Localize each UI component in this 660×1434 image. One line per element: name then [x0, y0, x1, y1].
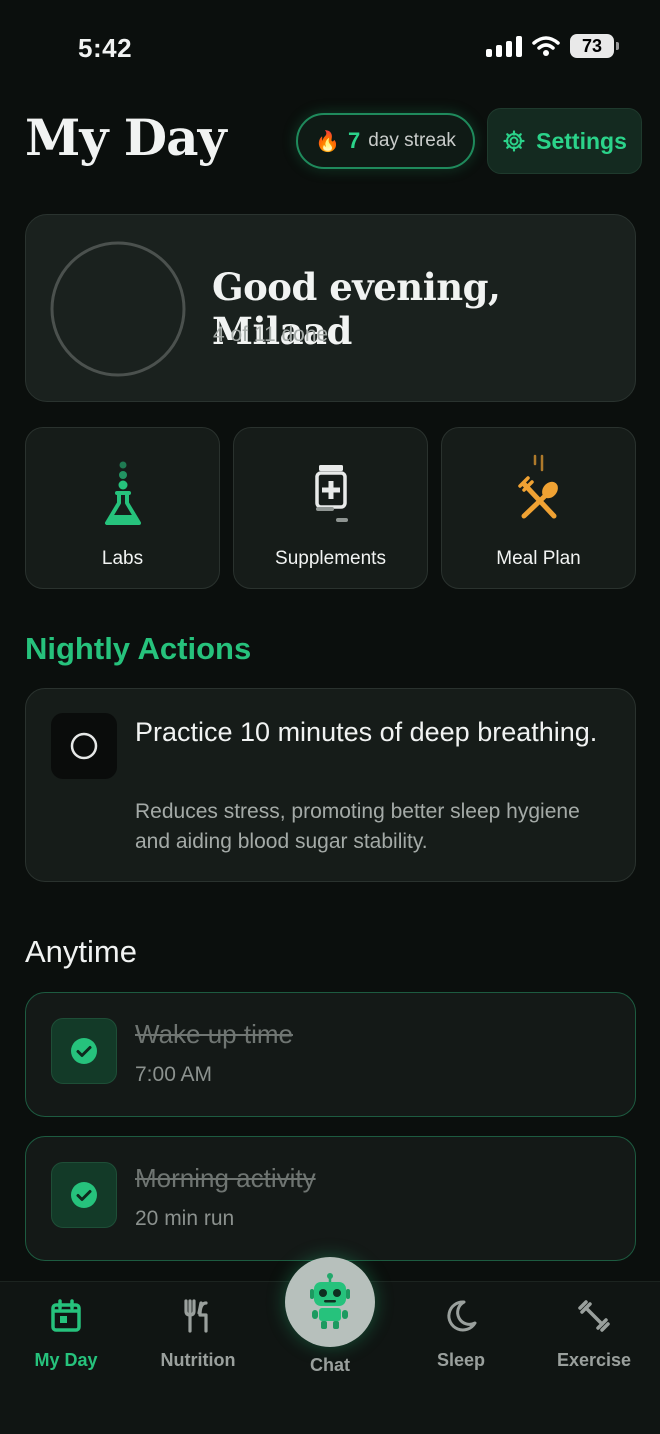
- gear-icon: [503, 130, 525, 152]
- nav-exercise[interactable]: Exercise: [534, 1296, 654, 1371]
- action-description: Reduces stress, promoting better sleep h…: [135, 800, 580, 853]
- calendar-icon: [51, 1299, 81, 1332]
- task-title: Morning activity: [135, 1163, 316, 1193]
- pill-bottle-icon: [314, 465, 348, 522]
- action-checkbox[interactable]: [51, 713, 117, 779]
- tile-label: Meal Plan: [496, 548, 581, 569]
- flame-icon: 🔥: [315, 130, 340, 153]
- tile-label: Supplements: [275, 548, 386, 569]
- nav-label: Nutrition: [160, 1350, 236, 1370]
- nav-label: Exercise: [556, 1350, 632, 1370]
- battery-level: 73: [581, 35, 603, 56]
- action-title: Practice 10 minutes of deep breathing.: [135, 717, 598, 747]
- nav-label: Sleep: [436, 1350, 486, 1370]
- nightly-actions-heading: Nightly Actions: [25, 631, 252, 666]
- task-card[interactable]: Morning activity 20 min run: [25, 1136, 636, 1261]
- settings-label: Settings: [536, 127, 627, 154]
- nav-nutrition[interactable]: Nutrition: [138, 1296, 258, 1371]
- robot-icon: [310, 1273, 350, 1329]
- task-checkbox[interactable]: [51, 1162, 117, 1228]
- task-checkbox[interactable]: [51, 1018, 117, 1084]
- battery-icon: 73: [570, 34, 619, 58]
- page-title: My Day: [25, 108, 227, 167]
- task-subtitle: 20 min run: [135, 1207, 235, 1230]
- check-circle-icon: [71, 1182, 97, 1208]
- supplements-tile[interactable]: Supplements: [233, 427, 428, 589]
- settings-button[interactable]: Settings: [487, 108, 642, 174]
- check-circle-icon: [71, 1038, 97, 1064]
- meal-plan-tile[interactable]: Meal Plan: [441, 427, 636, 589]
- streak-count: 7: [348, 128, 361, 153]
- daily-progress-ring: [50, 241, 186, 377]
- task-title: Wake up time: [135, 1019, 293, 1049]
- flask-icon: [104, 461, 141, 525]
- task-card[interactable]: Wake up time 7:00 AM: [25, 992, 636, 1117]
- streak-badge[interactable]: 🔥 7 day streak: [296, 113, 475, 169]
- status-indicators: 73: [486, 34, 619, 58]
- anytime-heading: Anytime: [25, 934, 137, 969]
- nav-my-day[interactable]: My Day: [6, 1296, 126, 1371]
- empty-circle-icon: [70, 732, 98, 760]
- task-subtitle: 7:00 AM: [135, 1063, 213, 1086]
- status-bar: 5:42 73: [0, 0, 660, 96]
- tile-label: Labs: [101, 548, 144, 569]
- nav-sleep[interactable]: Sleep: [401, 1296, 521, 1371]
- progress-summary: 4 of 11 done: [213, 323, 329, 346]
- utensils-icon: [184, 1299, 208, 1333]
- labs-tile[interactable]: Labs: [25, 427, 220, 589]
- nightly-action-card[interactable]: Practice 10 minutes of deep breathing. R…: [25, 688, 636, 882]
- nav-label: My Day: [34, 1350, 98, 1370]
- dumbbell-icon: [578, 1300, 610, 1332]
- nav-chat-label[interactable]: Chat: [270, 1355, 390, 1376]
- greeting-card: Good evening, Milaad 4 of 11 done: [25, 214, 636, 402]
- status-time: 5:42: [78, 33, 133, 63]
- wifi-icon: [532, 36, 560, 56]
- moon-icon: [447, 1300, 477, 1332]
- chat-button[interactable]: [285, 1257, 375, 1347]
- cellular-signal-icon: [486, 35, 522, 57]
- fork-spoon-icon: [517, 454, 558, 519]
- streak-label: day streak: [368, 130, 456, 151]
